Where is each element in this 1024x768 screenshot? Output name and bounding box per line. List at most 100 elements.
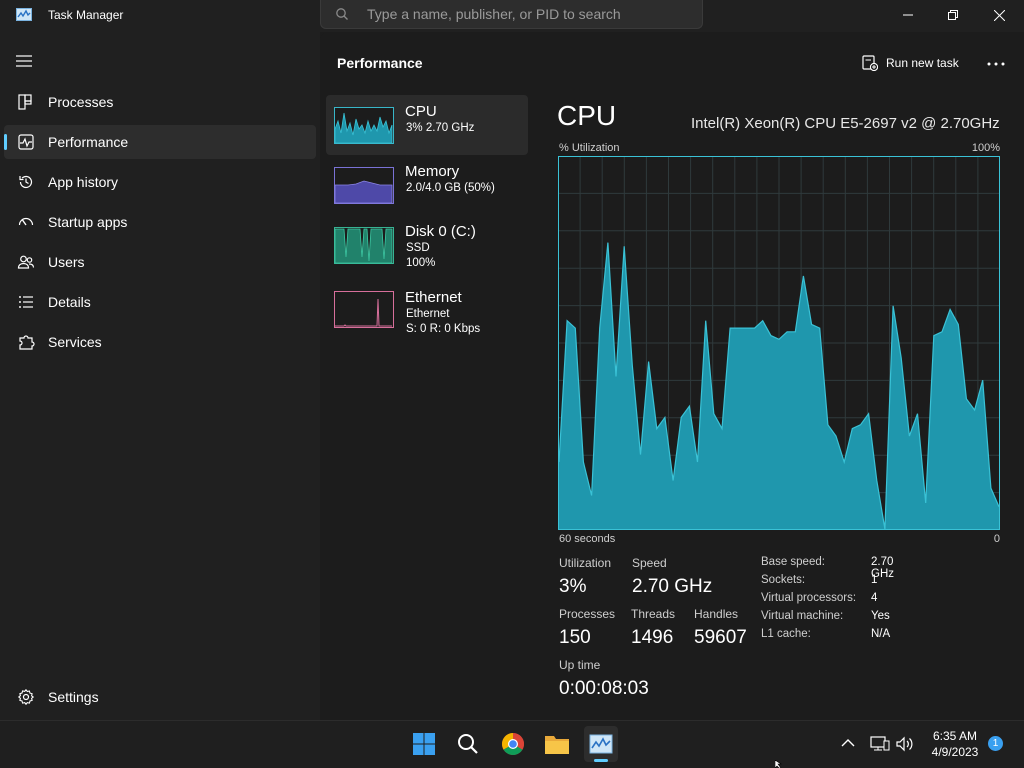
run-task-icon	[862, 55, 878, 71]
volume-icon[interactable]	[895, 735, 915, 753]
handles-label: Handles	[694, 607, 739, 621]
perf-item-detail: 100%	[406, 257, 436, 269]
active-indicator	[594, 759, 608, 762]
x-axis-left-label: 60 seconds	[559, 533, 616, 545]
utilization-label: Utilization	[559, 556, 612, 570]
page-header: Performance Run new task	[320, 44, 1024, 82]
spec-key: Base speed:	[761, 556, 825, 568]
network-icon[interactable]	[870, 735, 890, 753]
search-placeholder: Type a name, publisher, or PID to search	[367, 6, 621, 22]
y-axis-label: % Utilization	[559, 142, 620, 154]
file-explorer-icon	[545, 736, 569, 754]
handles-value: 59607	[694, 627, 747, 648]
sidebar-item-performance[interactable]: Performance	[4, 125, 316, 159]
perf-item-detail: Ethernet	[406, 308, 450, 320]
perf-item-name: Disk 0 (C:)	[405, 223, 476, 240]
perf-item-name: Memory	[405, 163, 460, 180]
chrome-icon	[502, 733, 524, 755]
processes-label: Processes	[559, 607, 616, 621]
taskbar-explorer-button[interactable]	[541, 728, 573, 760]
sidebar-item-processes[interactable]: Processes	[4, 85, 316, 119]
more-options-button[interactable]	[984, 52, 1008, 76]
sidebar-item-label: Performance	[48, 134, 129, 150]
memory-mini-graph	[334, 167, 394, 204]
cpu-model: Intel(R) Xeon(R) CPU E5-2697 v2 @ 2.70GH…	[691, 115, 1000, 132]
startup-speedometer-icon	[18, 217, 34, 226]
search-icon	[458, 734, 478, 754]
sidebar-item-label: App history	[48, 174, 119, 190]
title-bar: Task Manager Type a name, publisher, or …	[0, 0, 1024, 32]
perf-item-detail: S: 0 R: 0 Kbps	[406, 323, 481, 335]
spec-key: Sockets:	[761, 574, 806, 586]
taskbar-chrome-button[interactable]	[497, 728, 529, 760]
sidebar-item-label: Settings	[48, 689, 99, 705]
more-icon	[987, 62, 1005, 66]
hamburger-menu-icon[interactable]	[16, 55, 32, 67]
spec-value: 1	[871, 574, 878, 586]
clock-time[interactable]: 6:35 AM	[925, 729, 985, 743]
search-box[interactable]: Type a name, publisher, or PID to search	[320, 0, 703, 29]
sidebar-item-app-history[interactable]: App history	[4, 165, 316, 199]
x-axis-right-label: 0	[993, 533, 1000, 545]
users-icon	[17, 255, 35, 269]
sidebar-item-label: Processes	[48, 94, 114, 110]
perf-item-disk[interactable]: Disk 0 (C:) SSD 100%	[326, 215, 528, 275]
disk-mini-graph	[334, 227, 394, 264]
spec-value: Yes	[871, 610, 890, 622]
cpu-mini-graph	[334, 107, 394, 144]
sidebar-item-startup-apps[interactable]: Startup apps	[4, 205, 316, 239]
spec-key: Virtual machine:	[761, 610, 844, 622]
run-new-task-button[interactable]: Run new task	[862, 52, 962, 76]
perf-item-name: CPU	[405, 103, 437, 120]
perf-item-cpu[interactable]: CPU 3% 2.70 GHz	[326, 95, 528, 155]
sidebar-item-label: Services	[48, 334, 102, 350]
search-icon	[336, 8, 348, 20]
utilization-value: 3%	[559, 576, 587, 597]
windows-start-icon	[413, 733, 435, 755]
sidebar-item-label: Users	[48, 254, 85, 270]
start-button[interactable]	[408, 728, 440, 760]
ethernet-mini-graph	[334, 291, 394, 328]
processes-grid-icon	[18, 94, 32, 110]
mouse-cursor-icon	[775, 760, 782, 768]
maximize-button[interactable]	[930, 0, 976, 30]
taskbar-search-button[interactable]	[452, 728, 484, 760]
processes-value: 150	[559, 627, 591, 648]
run-new-task-label: Run new task	[886, 56, 959, 70]
performance-chart-icon	[18, 134, 34, 150]
sidebar-item-label: Details	[48, 294, 91, 310]
sidebar-item-settings[interactable]: Settings	[4, 680, 316, 714]
notification-badge[interactable]: 1	[988, 736, 1003, 751]
sidebar-item-services[interactable]: Services	[4, 325, 316, 359]
clock-date[interactable]: 4/9/2023	[925, 745, 985, 759]
services-puzzle-icon	[19, 335, 35, 350]
speed-value: 2.70 GHz	[632, 576, 713, 597]
perf-item-ethernet[interactable]: Ethernet Ethernet S: 0 R: 0 Kbps	[326, 281, 528, 341]
close-button[interactable]	[976, 0, 1022, 30]
threads-label: Threads	[631, 607, 676, 621]
chevron-up-icon[interactable]	[841, 738, 855, 748]
cpu-heading: CPU	[557, 100, 617, 131]
threads-value: 1496	[631, 627, 674, 648]
perf-item-memory[interactable]: Memory 2.0/4.0 GB (50%)	[326, 155, 528, 215]
spec-value: 4	[871, 592, 878, 604]
perf-item-detail: 3% 2.70 GHz	[406, 122, 475, 134]
restore-icon	[948, 10, 958, 20]
minimize-button[interactable]	[885, 0, 931, 30]
page-title: Performance	[337, 55, 423, 71]
spec-value: N/A	[871, 628, 891, 640]
history-icon	[19, 175, 33, 189]
sidebar-item-users[interactable]: Users	[4, 245, 316, 279]
sidebar-item-details[interactable]: Details	[4, 285, 316, 319]
gear-icon	[17, 688, 35, 706]
taskbar-task-manager-button[interactable]	[584, 726, 618, 762]
perf-item-name: Ethernet	[405, 289, 462, 306]
speed-label: Speed	[632, 556, 667, 570]
details-list-icon	[19, 296, 33, 308]
uptime-label: Up time	[559, 658, 601, 672]
window-title: Task Manager	[48, 8, 124, 22]
perf-item-detail: SSD	[406, 242, 430, 254]
perf-item-detail: 2.0/4.0 GB (50%)	[406, 182, 495, 194]
spec-key: Virtual processors:	[761, 592, 857, 604]
cpu-utilization-graph	[558, 156, 1000, 530]
